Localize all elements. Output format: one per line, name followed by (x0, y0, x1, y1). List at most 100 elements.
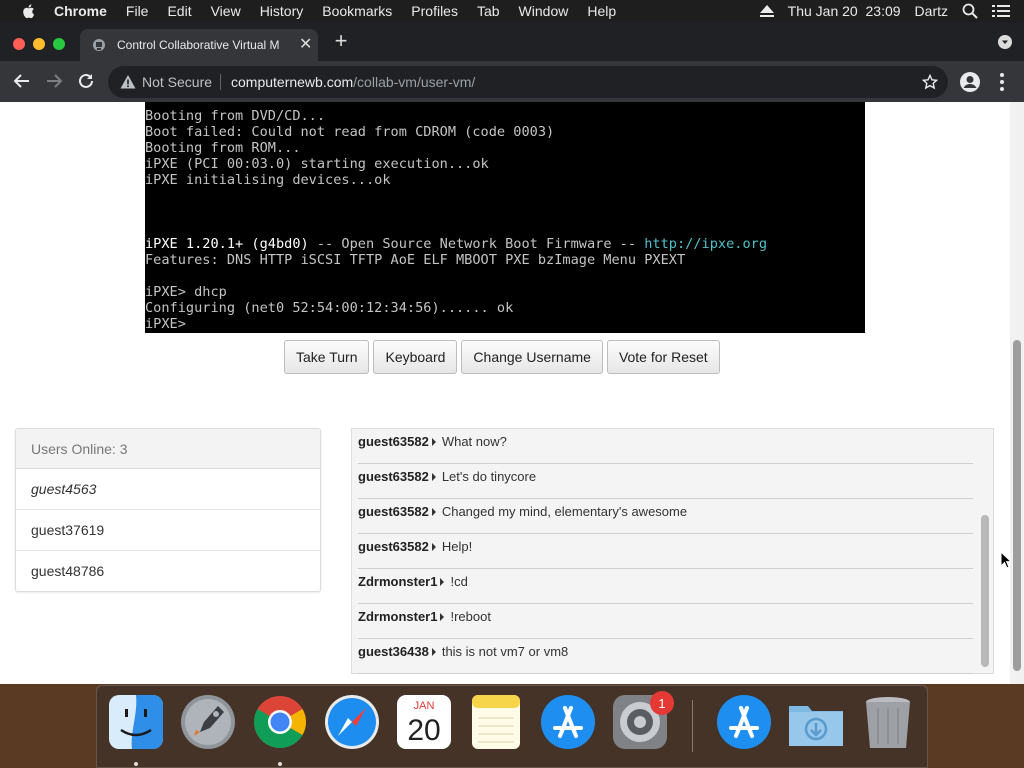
minimize-window-button[interactable] (33, 38, 45, 50)
close-window-button[interactable] (13, 38, 25, 50)
new-tab-button[interactable]: + (330, 30, 352, 53)
chat-username[interactable]: guest36438 (358, 644, 429, 659)
forward-arrow-icon[interactable] (44, 71, 64, 91)
chrome-icon[interactable] (250, 692, 310, 752)
calendar-day: 20 (407, 714, 440, 747)
chat-message: guest36438 this is not vm7 or vm8 (358, 639, 973, 674)
chat-message: guest63582 Help! (358, 534, 973, 569)
bookmark-star-icon[interactable] (922, 74, 938, 90)
chat-username[interactable]: guest63582 (358, 504, 429, 519)
menu-edit[interactable]: Edit (167, 3, 191, 19)
calendar-month: JAN (414, 700, 435, 712)
tab-title: Control Collaborative Virtual M (117, 38, 280, 52)
back-arrow-icon[interactable] (12, 71, 32, 91)
more-options-icon[interactable] (996, 71, 1008, 93)
caret-right-icon (431, 438, 436, 446)
tab-search-icon[interactable] (998, 35, 1012, 49)
chat-panel[interactable]: guest63582 What now? guest63582 Let's do ti… (351, 428, 994, 674)
vm-display[interactable]: Booting from DVD/CD... Boot failed: Could… (145, 102, 865, 333)
page-scrollbar[interactable] (1010, 102, 1024, 684)
downloads-folder-icon[interactable] (786, 692, 846, 752)
chrome-running-indicator (278, 762, 282, 766)
menu-help[interactable]: Help (587, 3, 616, 19)
menu-bookmarks[interactable]: Bookmarks (322, 3, 392, 19)
console-text: Boot failed: Could not read from CDROM (… (145, 124, 555, 140)
chat-message: guest63582 Changed my mind, elementary's … (358, 499, 973, 534)
users-online-panel: Users Online: 3 guest4563 guest37619 gue… (15, 428, 321, 592)
menu-tab[interactable]: Tab (477, 3, 500, 19)
user-list-item[interactable]: guest37619 (16, 510, 320, 551)
chat-scrollbar[interactable] (981, 515, 989, 667)
console-text: Booting from DVD/CD... (145, 108, 326, 124)
users-online-header: Users Online: 3 (16, 429, 320, 469)
safari-icon[interactable] (322, 692, 382, 752)
url-text[interactable]: computernewb.com/collab-vm/user-vm/ (231, 74, 475, 90)
user-list-item[interactable]: guest4563 (16, 469, 320, 510)
page-content: Booting from DVD/CD... Boot failed: Could… (0, 102, 1010, 684)
eject-icon[interactable] (759, 5, 774, 17)
take-turn-button[interactable]: Take Turn (284, 340, 370, 374)
menu-clock[interactable]: Thu Jan 20 23:09 (788, 3, 901, 19)
profile-avatar-icon[interactable] (959, 71, 981, 93)
console-text: iPXE initialising devices...ok (145, 172, 391, 188)
chat-username[interactable]: guest63582 (358, 469, 429, 484)
calendar-icon[interactable]: JAN 20 (394, 692, 454, 752)
console-text: Features: DNS HTTP iSCSI TFTP AoE ELF MB… (145, 252, 686, 268)
vm-controls: Take Turn Keyboard Change Username Vote … (284, 340, 724, 374)
apple-menu-icon[interactable] (20, 2, 38, 20)
url-path: /collab-vm/user-vm/ (353, 74, 476, 90)
tab-strip: Control Collaborative Virtual M ✕ + (0, 22, 1024, 61)
notes-icon[interactable] (466, 692, 526, 752)
menu-user[interactable]: Dartz (915, 3, 948, 19)
browser-toolbar: Not Secure computernewb.com/collab-vm/us… (0, 61, 1024, 102)
chat-username[interactable]: Zdrmonster1 (358, 609, 437, 624)
console-text: iPXE> dhcp (145, 284, 227, 300)
chat-text: Changed my mind, elementary's awesome (441, 504, 688, 519)
zoom-window-button[interactable] (53, 38, 65, 50)
chat-text: !reboot (450, 609, 491, 624)
console-line: iPXE (PCI 00:03.0) starting execution...… (145, 156, 865, 172)
keyboard-button[interactable]: Keyboard (373, 340, 458, 374)
close-tab-icon[interactable]: ✕ (299, 37, 312, 53)
change-username-button[interactable]: Change Username (461, 340, 603, 374)
page-scrollbar-thumb[interactable] (1013, 340, 1021, 671)
console-line: Booting from DVD/CD... (145, 108, 865, 124)
trash-icon[interactable] (858, 692, 918, 752)
mouse-cursor-icon (1000, 551, 1012, 569)
chat-username[interactable]: guest63582 (358, 434, 429, 449)
menu-app-name[interactable]: Chrome (54, 3, 107, 19)
menu-history[interactable]: History (260, 3, 304, 19)
chat-text: Let's do tinycore (441, 469, 537, 484)
reload-icon[interactable] (76, 71, 96, 91)
menu-profiles[interactable]: Profiles (411, 3, 458, 19)
security-label[interactable]: Not Secure (142, 74, 212, 90)
menu-window[interactable]: Window (519, 3, 569, 19)
launchpad-icon[interactable] (178, 692, 238, 752)
vote-reset-button[interactable]: Vote for Reset (606, 340, 720, 374)
app-store-icon[interactable] (538, 692, 598, 752)
caret-right-icon (431, 508, 436, 516)
warning-triangle-icon[interactable] (120, 74, 136, 90)
spotlight-search-icon[interactable] (962, 3, 978, 19)
badge-count: 1 (658, 696, 665, 711)
console-text: iPXE 1.20.1+ (g4bd0) (145, 236, 309, 252)
dock-divider (692, 700, 693, 752)
caret-right-icon (431, 473, 436, 481)
menu-file[interactable]: File (126, 3, 149, 19)
browser-tab[interactable]: Control Collaborative Virtual M ✕ (80, 29, 318, 61)
control-center-icon[interactable] (992, 4, 1010, 18)
console-text: Booting from ROM... (145, 140, 301, 156)
chat-username[interactable]: guest63582 (358, 539, 429, 554)
caret-right-icon (431, 648, 436, 656)
finder-icon[interactable] (106, 692, 166, 752)
chat-username[interactable]: Zdrmonster1 (358, 574, 437, 589)
browser-window: Control Collaborative Virtual M ✕ + Not … (0, 22, 1024, 684)
address-bar[interactable]: Not Secure computernewb.com/collab-vm/us… (108, 66, 948, 98)
app-store-installer-icon[interactable] (714, 692, 774, 752)
caret-right-icon (440, 578, 445, 586)
console-line: iPXE> dhcp (145, 284, 865, 300)
menu-view[interactable]: View (211, 3, 241, 19)
user-list-item[interactable]: guest48786 (16, 551, 320, 592)
